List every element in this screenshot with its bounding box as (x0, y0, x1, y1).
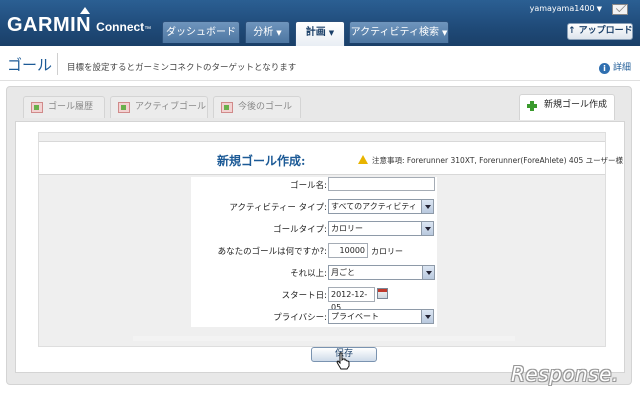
form-fields: ゴール名: アクティビティー タイプ: すべてのアクティビティ ゴールタイプ: … (191, 177, 437, 327)
logo-main-text: GARMIN (7, 14, 92, 36)
mail-icon[interactable] (612, 4, 628, 15)
tab-label: 計画 (305, 27, 326, 38)
select-value: プライベート (331, 312, 379, 321)
help-link[interactable]: i 詳細 (598, 60, 631, 74)
subtab-label: アクティブゴール (135, 102, 207, 112)
response-watermark: Response. (511, 362, 619, 386)
logo-triangle-icon (80, 7, 90, 14)
chevron-down-icon: ▼ (328, 29, 335, 37)
field-label: あなたのゴールは何ですか?: (217, 247, 327, 257)
warning-icon (358, 155, 368, 164)
hand-cursor-icon (336, 352, 350, 370)
subtab-goal-history[interactable]: ゴール履歴 (23, 96, 105, 118)
form-title: 新規ゴール作成: (217, 154, 306, 168)
title-divider (57, 53, 58, 75)
info-icon: i (598, 63, 610, 74)
calendar-icon[interactable] (377, 288, 388, 299)
select-value: カロリー (331, 224, 363, 233)
goal-amount-input[interactable]: 10000 (328, 243, 368, 258)
goal-amount-unit: カロリー (371, 247, 403, 256)
field-goal-amount: あなたのゴールは何ですか?: 10000 カロリー (191, 243, 437, 259)
field-label: それ以上: (290, 269, 327, 279)
field-goal-type: ゴールタイプ: カロリー (191, 221, 437, 237)
chevron-down-icon (421, 310, 433, 323)
field-start-date: スタート日: 2012-12-05 (191, 287, 437, 312)
garmin-connect-logo[interactable]: GARMIN Connect™ (7, 7, 152, 37)
privacy-select[interactable]: プライベート (328, 309, 434, 324)
goal-type-select[interactable]: カロリー (328, 221, 434, 236)
subtab-label: 今後のゴール (238, 102, 293, 112)
chevron-down-icon: ▼ (441, 29, 448, 37)
field-label: アクティビティー タイプ: (229, 203, 327, 213)
activity-type-select[interactable]: すべてのアクティビティ (328, 199, 434, 214)
top-bar: GARMIN Connect™ yamayama1400 ▼ ダッシュボード 分析… (0, 0, 640, 46)
tab-plan[interactable]: 計画 ▼ (295, 21, 345, 46)
field-goal-name: ゴール名: (191, 177, 437, 193)
field-label: プライバシー: (273, 313, 327, 323)
tab-label: 分析 (253, 27, 274, 38)
new-goal-content: 新規ゴール作成: 注意事項: Forerunner 310XT, Forerun… (15, 121, 625, 373)
goal-name-input[interactable] (328, 177, 435, 191)
field-period: それ以上: 月ごと (191, 265, 437, 281)
user-name: yamayama1400 (529, 4, 595, 13)
subtab-label: 新規ゴール作成 (544, 100, 608, 110)
field-activity-type: アクティビティー タイプ: すべてのアクティビティ (191, 199, 437, 215)
chevron-down-icon (422, 266, 434, 279)
tab-analysis[interactable]: 分析 ▼ (245, 21, 290, 43)
upload-button[interactable]: ↑ アップロード (567, 23, 633, 40)
subtab-new-goal[interactable]: 新規ゴール作成 (519, 94, 615, 120)
header-divider (0, 80, 640, 81)
page-title: ゴール (7, 56, 53, 74)
tab-dashboard[interactable]: ダッシュボード (162, 21, 240, 43)
future-goal-icon (221, 102, 233, 113)
tab-label: アクティビティ検索 (350, 27, 439, 38)
select-value: 月ごと (331, 268, 355, 277)
new-goal-form: 新規ゴール作成: 注意事項: Forerunner 310XT, Forerun… (38, 132, 623, 347)
chevron-down-icon: ▼ (596, 5, 602, 13)
tab-activity-search[interactable]: アクティビティ検索 ▼ (349, 21, 449, 43)
goal-history-icon (31, 102, 43, 113)
warning-text: 注意事項: Forerunner 310XT, Forerunner(ForeA… (372, 156, 623, 165)
device-warning[interactable]: 注意事項: Forerunner 310XT, Forerunner(ForeA… (358, 155, 623, 166)
field-label: スタート日: (281, 291, 327, 301)
subtab-future-goal[interactable]: 今後のゴール (213, 96, 301, 118)
period-select[interactable]: 月ごと (328, 265, 435, 280)
start-date-input[interactable]: 2012-12-05 (328, 287, 375, 312)
logo-sub-text: Connect (96, 20, 145, 34)
help-label: 詳細 (612, 63, 631, 73)
tab-label: ダッシュボード (166, 27, 236, 38)
chevron-down-icon: ▼ (276, 29, 282, 37)
chevron-down-icon (421, 222, 433, 235)
select-value: すべてのアクティビティ (331, 202, 417, 211)
active-goal-icon (118, 102, 130, 113)
field-privacy: プライバシー: プライベート (191, 309, 437, 325)
subtab-label: ゴール履歴 (48, 102, 94, 112)
chevron-down-icon (421, 200, 433, 213)
form-header: 新規ゴール作成: 注意事項: Forerunner 310XT, Forerun… (39, 141, 623, 175)
subtab-active-goal[interactable]: アクティブゴール (110, 96, 208, 118)
field-label: ゴール名: (290, 181, 327, 191)
field-label: ゴールタイプ: (273, 225, 327, 235)
page-description: 目標を設定するとガーミンコネクトのターゲットとなります (67, 63, 297, 73)
user-menu[interactable]: yamayama1400 ▼ (530, 4, 602, 13)
logo-tm: ™ (144, 26, 152, 33)
plus-icon (527, 101, 537, 111)
save-bar (133, 336, 515, 341)
